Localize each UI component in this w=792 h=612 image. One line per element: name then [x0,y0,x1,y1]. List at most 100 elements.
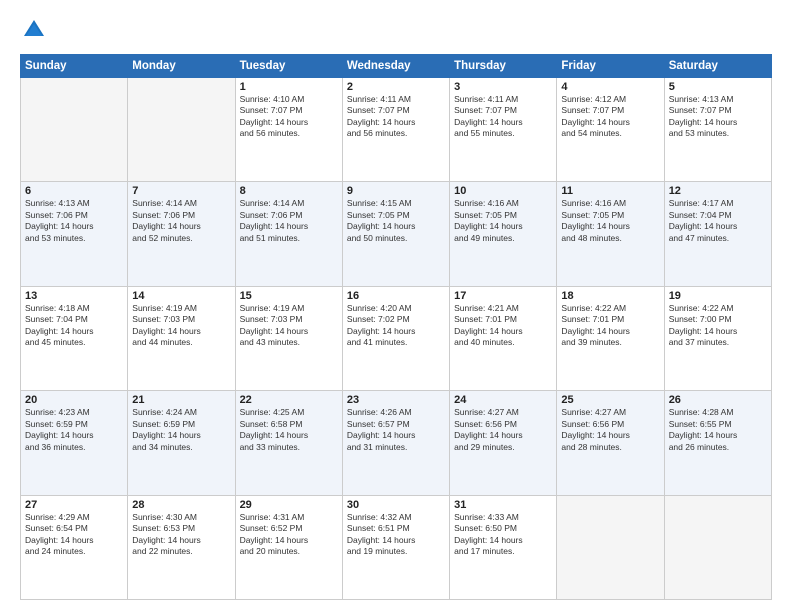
day-info: Sunrise: 4:12 AM Sunset: 7:07 PM Dayligh… [561,94,659,140]
calendar-cell: 9Sunrise: 4:15 AM Sunset: 7:05 PM Daylig… [342,182,449,286]
day-number: 23 [347,394,445,406]
day-info: Sunrise: 4:27 AM Sunset: 6:56 PM Dayligh… [561,407,659,453]
week-row-3: 13Sunrise: 4:18 AM Sunset: 7:04 PM Dayli… [21,286,772,390]
logo [20,16,52,44]
day-info: Sunrise: 4:24 AM Sunset: 6:59 PM Dayligh… [132,407,230,453]
day-info: Sunrise: 4:25 AM Sunset: 6:58 PM Dayligh… [240,407,338,453]
logo-icon [20,16,48,44]
day-number: 8 [240,185,338,197]
day-number: 22 [240,394,338,406]
day-info: Sunrise: 4:16 AM Sunset: 7:05 PM Dayligh… [454,198,552,244]
calendar-cell [128,78,235,182]
day-number: 20 [25,394,123,406]
day-number: 15 [240,290,338,302]
calendar-cell: 15Sunrise: 4:19 AM Sunset: 7:03 PM Dayli… [235,286,342,390]
day-number: 26 [669,394,767,406]
calendar-cell: 5Sunrise: 4:13 AM Sunset: 7:07 PM Daylig… [664,78,771,182]
calendar-cell: 20Sunrise: 4:23 AM Sunset: 6:59 PM Dayli… [21,391,128,495]
day-info: Sunrise: 4:10 AM Sunset: 7:07 PM Dayligh… [240,94,338,140]
day-info: Sunrise: 4:28 AM Sunset: 6:55 PM Dayligh… [669,407,767,453]
day-number: 27 [25,499,123,511]
calendar-cell: 2Sunrise: 4:11 AM Sunset: 7:07 PM Daylig… [342,78,449,182]
day-info: Sunrise: 4:15 AM Sunset: 7:05 PM Dayligh… [347,198,445,244]
calendar-cell: 14Sunrise: 4:19 AM Sunset: 7:03 PM Dayli… [128,286,235,390]
day-info: Sunrise: 4:17 AM Sunset: 7:04 PM Dayligh… [669,198,767,244]
day-number: 25 [561,394,659,406]
week-row-5: 27Sunrise: 4:29 AM Sunset: 6:54 PM Dayli… [21,495,772,599]
calendar-cell: 6Sunrise: 4:13 AM Sunset: 7:06 PM Daylig… [21,182,128,286]
day-number: 4 [561,81,659,93]
day-number: 3 [454,81,552,93]
day-number: 5 [669,81,767,93]
col-header-monday: Monday [128,55,235,78]
calendar-cell: 16Sunrise: 4:20 AM Sunset: 7:02 PM Dayli… [342,286,449,390]
day-number: 1 [240,81,338,93]
day-info: Sunrise: 4:31 AM Sunset: 6:52 PM Dayligh… [240,512,338,558]
calendar-cell: 13Sunrise: 4:18 AM Sunset: 7:04 PM Dayli… [21,286,128,390]
day-info: Sunrise: 4:20 AM Sunset: 7:02 PM Dayligh… [347,303,445,349]
col-header-wednesday: Wednesday [342,55,449,78]
calendar-cell: 17Sunrise: 4:21 AM Sunset: 7:01 PM Dayli… [450,286,557,390]
calendar-cell [557,495,664,599]
day-number: 17 [454,290,552,302]
day-number: 9 [347,185,445,197]
calendar-cell: 10Sunrise: 4:16 AM Sunset: 7:05 PM Dayli… [450,182,557,286]
calendar-cell: 24Sunrise: 4:27 AM Sunset: 6:56 PM Dayli… [450,391,557,495]
col-header-tuesday: Tuesday [235,55,342,78]
day-number: 16 [347,290,445,302]
day-number: 6 [25,185,123,197]
col-header-friday: Friday [557,55,664,78]
day-number: 14 [132,290,230,302]
calendar-cell: 1Sunrise: 4:10 AM Sunset: 7:07 PM Daylig… [235,78,342,182]
calendar-cell: 8Sunrise: 4:14 AM Sunset: 7:06 PM Daylig… [235,182,342,286]
day-number: 24 [454,394,552,406]
day-info: Sunrise: 4:11 AM Sunset: 7:07 PM Dayligh… [454,94,552,140]
day-number: 18 [561,290,659,302]
col-header-saturday: Saturday [664,55,771,78]
calendar-cell: 7Sunrise: 4:14 AM Sunset: 7:06 PM Daylig… [128,182,235,286]
day-info: Sunrise: 4:29 AM Sunset: 6:54 PM Dayligh… [25,512,123,558]
calendar-cell: 27Sunrise: 4:29 AM Sunset: 6:54 PM Dayli… [21,495,128,599]
day-info: Sunrise: 4:22 AM Sunset: 7:01 PM Dayligh… [561,303,659,349]
day-info: Sunrise: 4:14 AM Sunset: 7:06 PM Dayligh… [240,198,338,244]
day-number: 11 [561,185,659,197]
calendar-cell [21,78,128,182]
day-number: 2 [347,81,445,93]
day-number: 31 [454,499,552,511]
page: SundayMondayTuesdayWednesdayThursdayFrid… [0,0,792,612]
calendar-cell: 18Sunrise: 4:22 AM Sunset: 7:01 PM Dayli… [557,286,664,390]
calendar-cell: 21Sunrise: 4:24 AM Sunset: 6:59 PM Dayli… [128,391,235,495]
day-info: Sunrise: 4:13 AM Sunset: 7:06 PM Dayligh… [25,198,123,244]
day-number: 10 [454,185,552,197]
day-info: Sunrise: 4:18 AM Sunset: 7:04 PM Dayligh… [25,303,123,349]
calendar-cell: 19Sunrise: 4:22 AM Sunset: 7:00 PM Dayli… [664,286,771,390]
calendar-cell: 25Sunrise: 4:27 AM Sunset: 6:56 PM Dayli… [557,391,664,495]
day-number: 13 [25,290,123,302]
day-info: Sunrise: 4:33 AM Sunset: 6:50 PM Dayligh… [454,512,552,558]
day-info: Sunrise: 4:32 AM Sunset: 6:51 PM Dayligh… [347,512,445,558]
day-info: Sunrise: 4:21 AM Sunset: 7:01 PM Dayligh… [454,303,552,349]
col-header-sunday: Sunday [21,55,128,78]
day-number: 30 [347,499,445,511]
week-row-1: 1Sunrise: 4:10 AM Sunset: 7:07 PM Daylig… [21,78,772,182]
calendar-cell: 28Sunrise: 4:30 AM Sunset: 6:53 PM Dayli… [128,495,235,599]
day-info: Sunrise: 4:19 AM Sunset: 7:03 PM Dayligh… [240,303,338,349]
day-info: Sunrise: 4:22 AM Sunset: 7:00 PM Dayligh… [669,303,767,349]
calendar: SundayMondayTuesdayWednesdayThursdayFrid… [20,54,772,600]
day-number: 28 [132,499,230,511]
day-number: 29 [240,499,338,511]
calendar-cell: 23Sunrise: 4:26 AM Sunset: 6:57 PM Dayli… [342,391,449,495]
header-row: SundayMondayTuesdayWednesdayThursdayFrid… [21,55,772,78]
day-number: 21 [132,394,230,406]
calendar-cell [664,495,771,599]
calendar-cell: 11Sunrise: 4:16 AM Sunset: 7:05 PM Dayli… [557,182,664,286]
calendar-cell: 3Sunrise: 4:11 AM Sunset: 7:07 PM Daylig… [450,78,557,182]
header [20,16,772,44]
day-info: Sunrise: 4:16 AM Sunset: 7:05 PM Dayligh… [561,198,659,244]
calendar-cell: 12Sunrise: 4:17 AM Sunset: 7:04 PM Dayli… [664,182,771,286]
day-number: 7 [132,185,230,197]
calendar-cell: 26Sunrise: 4:28 AM Sunset: 6:55 PM Dayli… [664,391,771,495]
day-number: 19 [669,290,767,302]
day-info: Sunrise: 4:14 AM Sunset: 7:06 PM Dayligh… [132,198,230,244]
week-row-4: 20Sunrise: 4:23 AM Sunset: 6:59 PM Dayli… [21,391,772,495]
